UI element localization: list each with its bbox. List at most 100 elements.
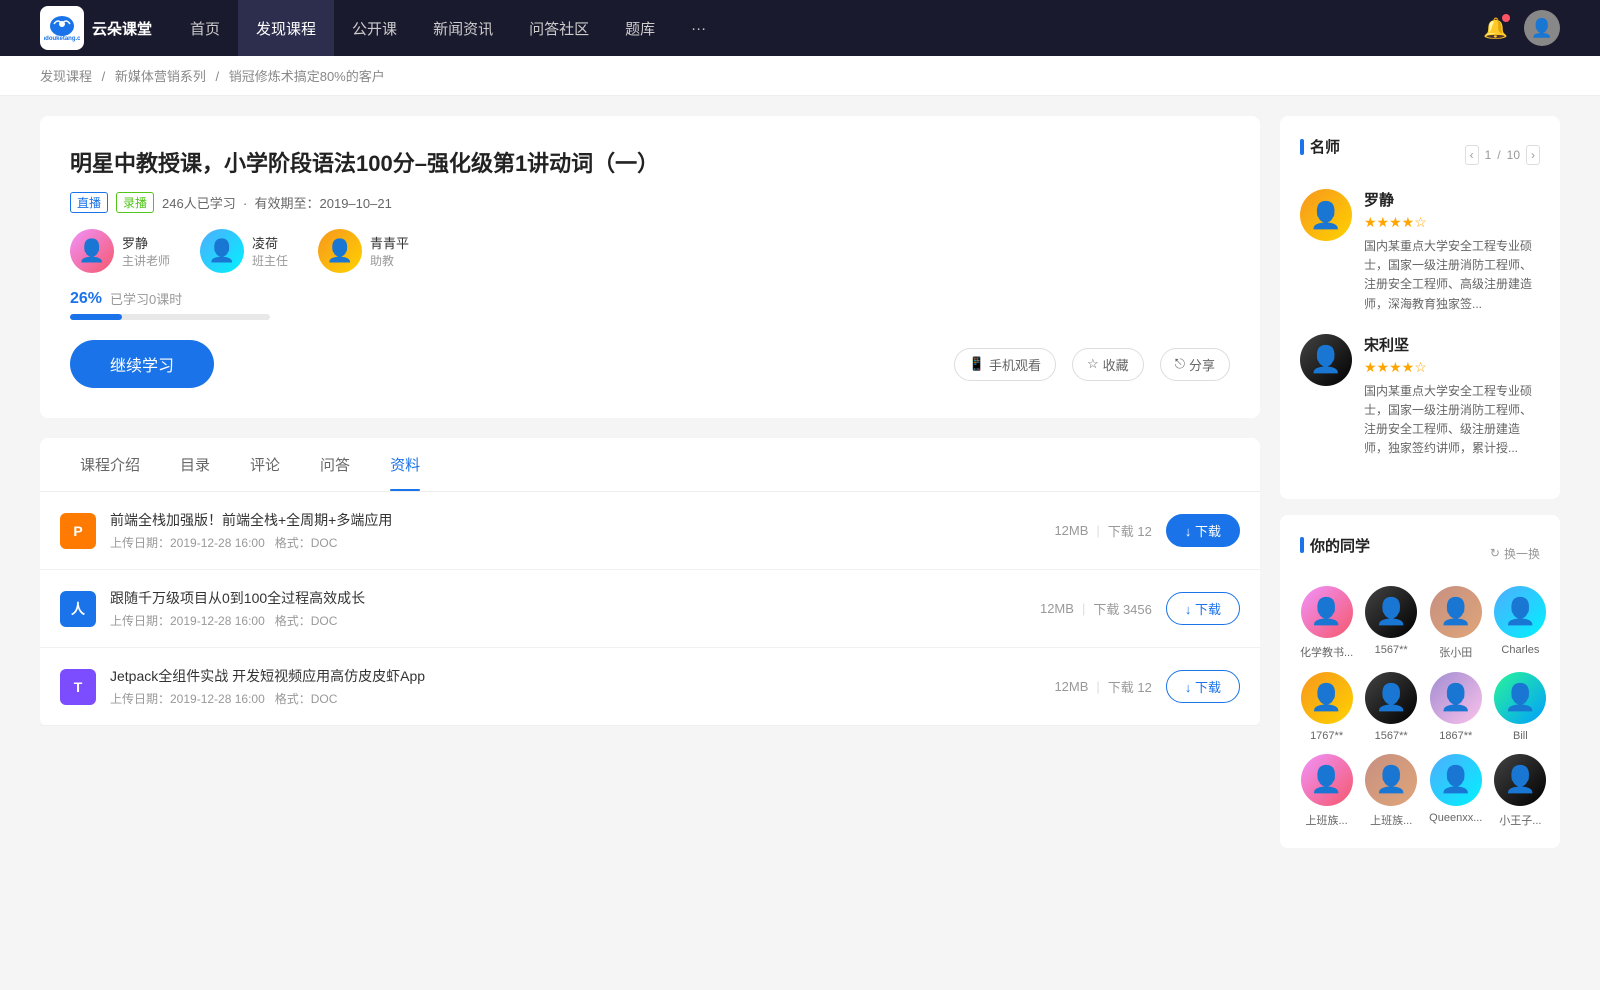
breadcrumb-item-2[interactable]: 销冠修炼术搞定80%的客户	[229, 69, 385, 84]
students-panel-title: 你的同学	[1300, 535, 1370, 556]
file-info-0: 前端全栈加强版！前端全栈+全周期+多端应用 上传日期：2019-12-28 16…	[110, 510, 1040, 551]
badge-record: 录播	[116, 192, 154, 213]
student-item-8[interactable]: 👤 上班族...	[1300, 754, 1353, 828]
student-avatar-4: 👤	[1301, 672, 1353, 724]
progress-bar-fill	[70, 314, 122, 320]
nav-item-公开课[interactable]: 公开课	[334, 0, 415, 56]
bell-icon[interactable]: 🔔	[1483, 16, 1508, 41]
file-stats-2: 12MB | 下载 12	[1054, 677, 1151, 696]
mobile-watch-link[interactable]: 📱 手机观看	[954, 348, 1056, 381]
student-name-9: 上班族...	[1370, 812, 1412, 828]
teacher-name-2: 青青平	[370, 233, 409, 252]
nav-item-首页[interactable]: 首页	[172, 0, 238, 56]
file-size-2: 12MB	[1054, 679, 1088, 694]
tab-课程介绍[interactable]: 课程介绍	[60, 438, 160, 491]
badge-live: 直播	[70, 192, 108, 213]
student-item-2[interactable]: 👤 张小田	[1429, 586, 1482, 660]
teacher-page: 1	[1485, 148, 1492, 162]
progress-header: 26% 已学习0课时	[70, 289, 1230, 308]
student-avatar-2: 👤	[1430, 586, 1482, 638]
student-avatar-10: 👤	[1430, 754, 1482, 806]
breadcrumb-item-1[interactable]: 新媒体营销系列	[115, 69, 206, 84]
panel-teacher-info-0: 罗静 ★★★★☆ 国内某重点大学安全工程专业硕士，国家一级注册消防工程师、注册安…	[1364, 189, 1540, 314]
prev-teacher-btn[interactable]: ‹	[1465, 145, 1479, 165]
students-panel-header: 你的同学 ↻ 换一换	[1300, 535, 1540, 572]
panel-teacher-avatar-1: 👤	[1300, 334, 1352, 386]
logo[interactable]: yundouketang.com 云朵课堂	[40, 6, 152, 50]
tab-目录[interactable]: 目录	[160, 438, 230, 491]
file-stats-1: 12MB | 下载 3456	[1040, 599, 1152, 618]
tab-问答[interactable]: 问答	[300, 438, 370, 491]
student-item-0[interactable]: 👤 化学教书...	[1300, 586, 1353, 660]
teacher-name-1: 凌荷	[252, 233, 288, 252]
next-teacher-btn[interactable]: ›	[1526, 145, 1540, 165]
file-downloads-1: 下载 3456	[1093, 599, 1152, 618]
teachers-panel: 名师 ‹ 1 / 10 › 👤 罗静 ★★★★☆ 国内某重点大学安全工程专业硕士…	[1280, 116, 1560, 499]
nav-item-题库[interactable]: 题库	[607, 0, 673, 56]
file-meta-2: 上传日期：2019-12-28 16:00 格式：DOC	[110, 690, 1040, 707]
file-icon-0: P	[60, 513, 96, 549]
user-avatar[interactable]: 👤	[1524, 10, 1560, 46]
right-panel: 名师 ‹ 1 / 10 › 👤 罗静 ★★★★☆ 国内某重点大学安全工程专业硕士…	[1280, 116, 1560, 864]
file-size-0: 12MB	[1054, 523, 1088, 538]
student-item-10[interactable]: 👤 Queenxx...	[1429, 754, 1482, 828]
teacher-info-0: 罗静 主讲老师	[122, 233, 170, 269]
student-name-8: 上班族...	[1306, 812, 1348, 828]
panel-teacher-info-1: 宋利坚 ★★★★☆ 国内某重点大学安全工程专业硕士，国家一级注册消防工程师、注册…	[1364, 334, 1540, 459]
student-item-6[interactable]: 👤 1867**	[1429, 672, 1482, 742]
continue-button[interactable]: 继续学习	[70, 340, 214, 388]
refresh-students-btn[interactable]: ↻ 换一换	[1490, 545, 1540, 562]
panel-teacher-stars-0: ★★★★☆	[1364, 214, 1540, 231]
download-btn-1[interactable]: ↓ 下载	[1166, 592, 1240, 625]
teachers-panel-title: 名师	[1300, 136, 1340, 157]
file-name-0: 前端全栈加强版！前端全栈+全周期+多端应用	[110, 510, 1040, 530]
course-meta: 246人已学习 · 有效期至：2019–10–21	[162, 193, 392, 212]
breadcrumb-item-0[interactable]: 发现课程	[40, 69, 92, 84]
student-avatar-9: 👤	[1365, 754, 1417, 806]
student-item-4[interactable]: 👤 1767**	[1300, 672, 1353, 742]
breadcrumb: 发现课程 / 新媒体营销系列 / 销冠修炼术搞定80%的客户	[0, 56, 1600, 96]
student-avatar-8: 👤	[1301, 754, 1353, 806]
tab-评论[interactable]: 评论	[230, 438, 300, 491]
file-item-1: 人 跟随千万级项目从0到100全过程高效成长 上传日期：2019-12-28 1…	[40, 570, 1260, 648]
teachers-row: 👤 罗静 主讲老师 👤 凌荷 班主任 👤 青青平 助教	[70, 229, 1230, 273]
action-row: 继续学习 📱 手机观看 ☆ 收藏 ⎋ 分享	[70, 340, 1230, 388]
tab-资料[interactable]: 资料	[370, 438, 440, 491]
nav-right: 🔔 👤	[1483, 10, 1560, 46]
panel-teacher-desc-1: 国内某重点大学安全工程专业硕士，国家一级注册消防工程师、注册安全工程师、级注册建…	[1364, 382, 1540, 459]
teacher-avatar-2: 👤	[318, 229, 362, 273]
nav-item-···[interactable]: ···	[673, 0, 724, 56]
teachers-panel-header: 名师 ‹ 1 / 10 ›	[1300, 136, 1540, 173]
panel-teacher-1: 👤 宋利坚 ★★★★☆ 国内某重点大学安全工程专业硕士，国家一级注册消防工程师、…	[1300, 334, 1540, 459]
download-btn-0[interactable]: ↓ 下载	[1166, 514, 1240, 547]
course-badges: 直播 录播 246人已学习 · 有效期至：2019–10–21	[70, 192, 1230, 213]
student-item-9[interactable]: 👤 上班族...	[1365, 754, 1417, 828]
share-link[interactable]: ⎋ 分享	[1160, 348, 1230, 381]
teacher-role-1: 班主任	[252, 252, 288, 269]
student-name-3: Charles	[1501, 644, 1539, 656]
student-avatar-3: 👤	[1494, 586, 1546, 638]
student-item-5[interactable]: 👤 1567**	[1365, 672, 1417, 742]
file-meta-0: 上传日期：2019-12-28 16:00 格式：DOC	[110, 534, 1040, 551]
star-icon: ☆	[1087, 356, 1099, 372]
file-icon-2: T	[60, 669, 96, 705]
file-downloads-2: 下载 12	[1108, 677, 1152, 696]
student-item-11[interactable]: 👤 小王子...	[1494, 754, 1546, 828]
file-stats-0: 12MB | 下载 12	[1054, 521, 1151, 540]
student-item-1[interactable]: 👤 1567**	[1365, 586, 1417, 660]
student-item-3[interactable]: 👤 Charles	[1494, 586, 1546, 660]
student-item-7[interactable]: 👤 Bill	[1494, 672, 1546, 742]
file-info-1: 跟随千万级项目从0到100全过程高效成长 上传日期：2019-12-28 16:…	[110, 588, 1026, 629]
logo-icon: yundouketang.com	[40, 6, 84, 50]
share-icon: ⎋	[1175, 356, 1185, 372]
panel-teacher-name-0: 罗静	[1364, 189, 1540, 210]
download-btn-2[interactable]: ↓ 下载	[1166, 670, 1240, 703]
nav-item-发现课程[interactable]: 发现课程	[238, 0, 334, 56]
action-links: 📱 手机观看 ☆ 收藏 ⎋ 分享	[954, 348, 1230, 381]
file-name-2: Jetpack全组件实战 开发短视频应用高仿皮皮虾App	[110, 666, 1040, 686]
nav-item-新闻资讯[interactable]: 新闻资讯	[415, 0, 511, 56]
progress-pct: 26%	[70, 290, 102, 308]
collect-link[interactable]: ☆ 收藏	[1072, 348, 1144, 381]
nav-item-问答社区[interactable]: 问答社区	[511, 0, 607, 56]
teacher-role-2: 助教	[370, 252, 409, 269]
